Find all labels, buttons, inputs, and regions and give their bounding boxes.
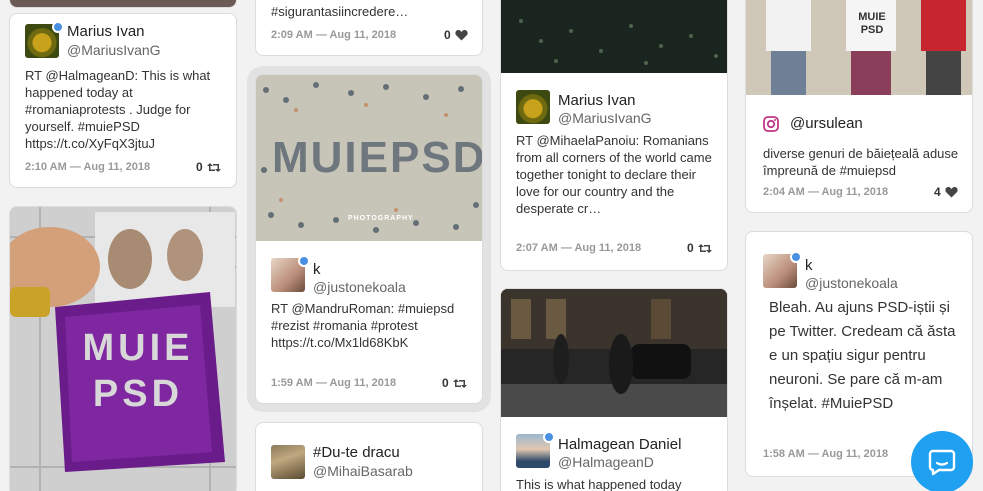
heart-icon — [945, 186, 958, 198]
post-text: RT @HalmageanD: This is what happened to… — [25, 68, 211, 151]
author[interactable]: k @justonekoala — [271, 255, 471, 298]
retweet-count[interactable]: 0 — [442, 376, 467, 390]
like-count-value: 0 — [444, 28, 451, 42]
post-timestamp[interactable]: 2:07 AM — Aug 11, 2018 — [516, 242, 641, 254]
author[interactable]: k @justonekoala — [763, 251, 963, 294]
retweet-count-value: 0 — [196, 160, 203, 174]
post-text: RT @MandruRoman: #muiepsd #rezist #roman… — [271, 301, 455, 350]
author-name[interactable]: k — [313, 261, 321, 278]
author-name[interactable]: #Du-te dracu — [313, 444, 400, 461]
author[interactable]: #Du-te dracu @MihaiBasarab — [271, 444, 471, 485]
author-name[interactable]: Halmagean Daniel — [558, 436, 681, 453]
author-name[interactable]: k — [805, 257, 813, 274]
author[interactable]: Halmagean Daniel @HalmageanD — [516, 431, 716, 474]
post-card[interactable]: Marius Ivan @MariusIvanG RT @MihaelaPano… — [500, 0, 728, 271]
post-media — [10, 0, 236, 7]
post-text: #sigurantasiincredere… — [271, 4, 409, 19]
post-timestamp[interactable]: 1:58 AM — Aug 11, 2018 — [763, 448, 888, 460]
author-handle[interactable]: @justonekoala — [313, 279, 406, 295]
verified-badge-icon — [298, 255, 310, 267]
post-image[interactable] — [501, 0, 727, 73]
post-timestamp[interactable]: 1:59 AM — Aug 11, 2018 — [271, 377, 396, 389]
photo-credit: PHOTOGRAPHY — [348, 215, 414, 222]
post-timestamp[interactable]: 2:04 AM — Aug 11, 2018 — [763, 186, 888, 198]
heart-icon — [455, 29, 468, 41]
author-handle[interactable]: @HalmageanD — [558, 454, 654, 470]
post-image[interactable]: MUIEPSD PHOTOGRAPHY — [256, 75, 482, 241]
author-handle[interactable]: @justonekoala — [805, 275, 898, 291]
author-handle[interactable]: @MihaiBasarab — [313, 463, 413, 479]
author-name[interactable]: Marius Ivan — [558, 92, 636, 109]
retweet-count-value: 0 — [442, 376, 449, 390]
post-video-thumbnail[interactable] — [501, 289, 727, 417]
post-card[interactable]: #Du-te dracu @MihaiBasarab — [255, 422, 483, 491]
instagram-icon — [763, 116, 779, 132]
retweet-icon — [206, 162, 221, 172]
post-timestamp[interactable]: 2:09 AM — Aug 11, 2018 — [271, 29, 396, 41]
post-card[interactable]: Marius Ivan @MariusIvanG RT @HalmageanD:… — [9, 13, 237, 188]
retweet-count[interactable]: 0 — [687, 241, 712, 255]
verified-badge-icon — [543, 431, 555, 443]
post-text: This is what happened today — [516, 477, 682, 491]
retweet-icon — [452, 378, 467, 388]
chat-launcher-button[interactable] — [911, 431, 973, 491]
author[interactable]: Marius Ivan @MariusIvanG — [25, 21, 225, 64]
post-card-top-col1[interactable] — [9, 0, 237, 8]
retweet-count-value: 0 — [687, 241, 694, 255]
author-handle[interactable]: @MariusIvanG — [558, 110, 652, 126]
like-count[interactable]: 4 — [934, 185, 958, 199]
street-night-image — [501, 289, 727, 417]
post-card-highlighted[interactable]: MUIEPSD PHOTOGRAPHY k @justonekoala RT @… — [255, 74, 483, 404]
post-text: Bleah. Au ajuns PSD-iștii și pe Twitter.… — [769, 299, 956, 412]
retweet-count[interactable]: 0 — [196, 160, 221, 174]
post-text: RT @MihaelaPanoiu: Romanians from all co… — [516, 133, 712, 216]
verified-badge-icon — [790, 251, 802, 263]
post-card[interactable]: MUIE PSD — [9, 206, 237, 491]
post-card[interactable]: Halmagean Daniel @HalmageanD This is wha… — [500, 288, 728, 491]
retweet-icon — [697, 243, 712, 253]
like-count[interactable]: 0 — [444, 28, 468, 42]
chat-icon — [928, 449, 956, 476]
like-count-value: 4 — [934, 185, 941, 199]
author[interactable]: Marius Ivan @MariusIvanG — [516, 90, 716, 130]
post-image[interactable]: MUIE PSD — [10, 207, 236, 491]
post-card[interactable]: MUIE PSD @ursulean diverse genuri de băi… — [745, 0, 973, 213]
post-text: diverse genuri de băiețeală aduse împreu… — [763, 146, 959, 178]
verified-badge-icon — [52, 21, 64, 33]
author-name[interactable]: @ursulean — [790, 115, 863, 132]
night-crowd-image — [501, 0, 727, 73]
author-name[interactable]: Marius Ivan — [67, 23, 145, 40]
post-image[interactable]: MUIE PSD — [746, 0, 972, 95]
crowd-formed-text: MUIEPSD — [272, 133, 482, 182]
pillow-text: MUIE PSD — [82, 327, 194, 415]
post-timestamp[interactable]: 2:10 AM — Aug 11, 2018 — [25, 161, 150, 173]
post-card[interactable]: #sigurantasiincredere… 2:09 AM — Aug 11,… — [255, 0, 483, 56]
avatar[interactable] — [271, 445, 305, 479]
avatar[interactable] — [516, 90, 550, 124]
author-handle[interactable]: @MariusIvanG — [67, 42, 161, 58]
shirt-text: MUIE PSD — [858, 11, 886, 36]
